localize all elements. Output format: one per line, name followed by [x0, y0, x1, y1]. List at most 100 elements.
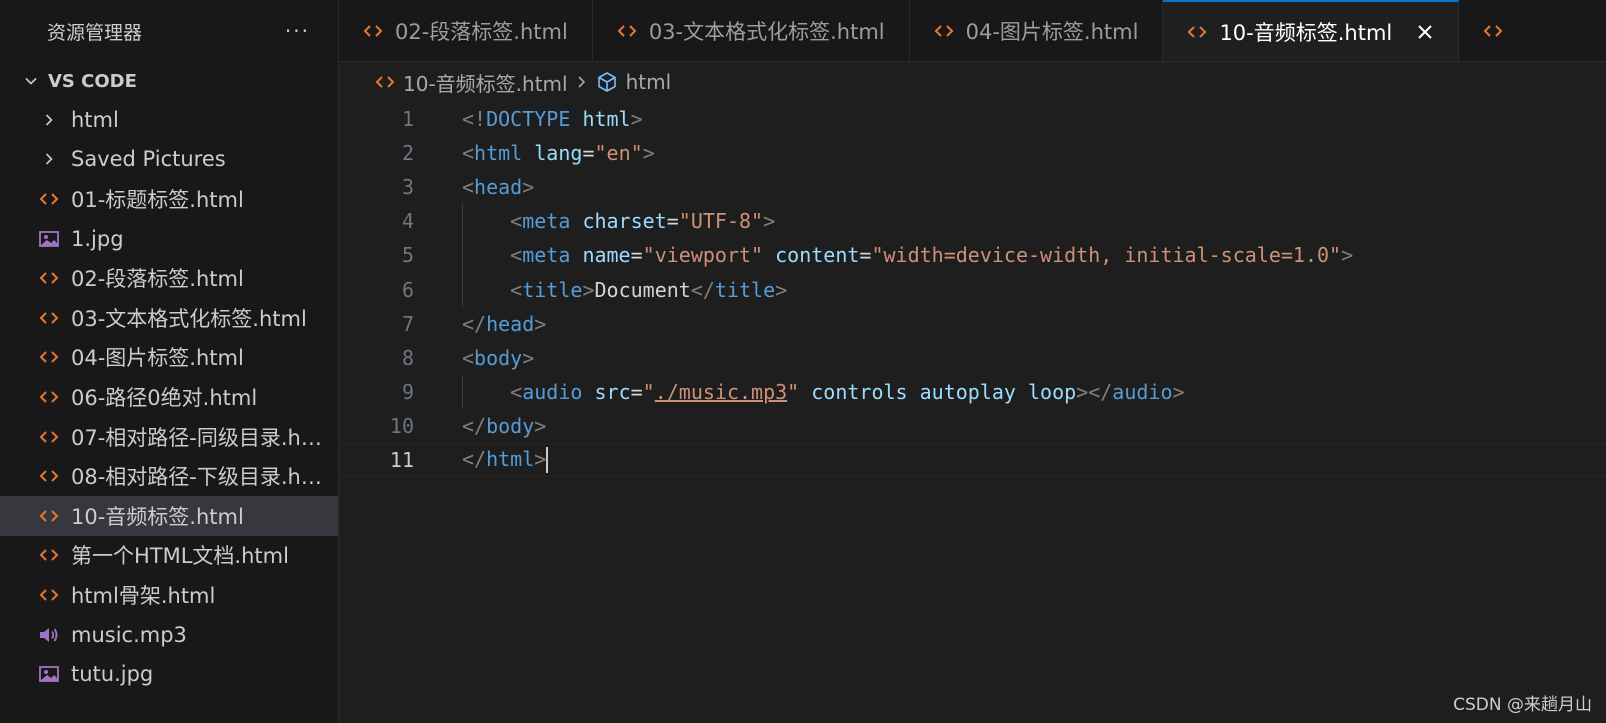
- editor-tab[interactable]: 04-图片标签.html: [910, 0, 1164, 61]
- line-number: 11: [389, 447, 414, 472]
- code-text: <!DOCTYPE html>: [462, 107, 643, 131]
- tab-label: 10-音频标签.html: [1219, 21, 1393, 45]
- code-line[interactable]: 2 <html lang="en">: [339, 136, 1606, 170]
- code-token: body: [486, 413, 535, 438]
- line-number: 2: [401, 141, 414, 166]
- code-token: html: [474, 141, 523, 166]
- image-file-icon: [38, 228, 60, 250]
- code-token: meta: [522, 243, 571, 268]
- workspace-section-header[interactable]: VS CODE: [0, 62, 338, 100]
- code-token: "en": [594, 141, 643, 166]
- file-item-label: 03-文本格式化标签.html: [71, 306, 307, 331]
- code-editor[interactable]: 1 <!DOCTYPE html> 2 <html lang="en"> 3 <head>…: [339, 102, 1606, 723]
- more-actions-icon[interactable]: ···: [285, 19, 310, 43]
- line-number: 9: [401, 379, 414, 404]
- code-token: charset: [582, 209, 667, 234]
- code-token: audio: [522, 379, 583, 404]
- html-file-icon: [38, 386, 60, 408]
- breadcrumb-symbol[interactable]: html: [596, 70, 672, 94]
- file-item-label: tutu.jpg: [71, 662, 154, 687]
- chevron-down-icon: [20, 73, 42, 89]
- code-token: ./music.mp3: [654, 379, 788, 404]
- folder-item[interactable]: html: [0, 100, 338, 140]
- code-token: ": [787, 379, 800, 404]
- file-item[interactable]: 10-音频标签.html: [0, 495, 338, 536]
- line-number: 10: [389, 413, 414, 438]
- explorer-header: 资源管理器 ···: [0, 0, 338, 62]
- code-token: controls: [811, 379, 908, 404]
- text-cursor: [546, 447, 549, 474]
- code-token: </: [690, 277, 715, 302]
- code-token: >: [582, 277, 595, 302]
- html-file-icon: [1483, 23, 1503, 39]
- image-file-icon: [38, 663, 60, 685]
- file-item-label: html: [71, 107, 119, 132]
- vscode-window: 资源管理器 ··· VS CODE html Saved Pictures 01-标…: [0, 0, 1606, 723]
- file-item[interactable]: 01-标题标签.html: [0, 179, 338, 219]
- line-number: 8: [401, 345, 414, 370]
- html-file-icon: [375, 74, 395, 90]
- breadcrumb-file[interactable]: 10-音频标签.html: [375, 68, 568, 97]
- code-line[interactable]: 11 </html>: [339, 442, 1606, 478]
- code-token: <: [510, 209, 523, 234]
- file-item[interactable]: 1.jpg: [0, 219, 338, 259]
- code-token: =: [582, 141, 595, 166]
- editor-tab[interactable]: 03-文本格式化标签.html: [593, 0, 910, 61]
- code-token: >: [534, 413, 547, 438]
- code-line[interactable]: 7 </head>: [339, 307, 1606, 341]
- code-line[interactable]: 9 <audio src="./music.mp3" controls auto…: [339, 374, 1606, 409]
- file-item[interactable]: html骨架.html: [0, 575, 338, 615]
- tab-label: 02-段落标签.html: [395, 20, 568, 44]
- code-token: <: [510, 379, 523, 404]
- editor-tab-overflow[interactable]: [1459, 0, 1515, 61]
- file-item-label: Saved Pictures: [71, 147, 226, 172]
- file-item-label: html骨架.html: [71, 583, 216, 608]
- code-line[interactable]: 3 <head>: [339, 170, 1606, 204]
- code-token: Document: [594, 277, 691, 302]
- explorer-sidebar: 资源管理器 ··· VS CODE html Saved Pictures 01-标…: [0, 0, 339, 723]
- file-item[interactable]: 06-路径0绝对.html: [0, 377, 338, 417]
- code-text: </html>: [462, 447, 549, 474]
- close-icon[interactable]: [1416, 23, 1434, 41]
- tab-label: 04-图片标签.html: [965, 20, 1139, 44]
- file-item[interactable]: 04-图片标签.html: [0, 338, 338, 378]
- editor-tab[interactable]: 10-音频标签.html: [1163, 0, 1460, 61]
- code-line[interactable]: 6 <title>Document</title>: [339, 272, 1606, 307]
- editor-tabs: 02-段落标签.html 03-文本格式化标签.html 04-图片标签.html 1…: [339, 0, 1606, 62]
- breadcrumb: 10-音频标签.html html: [339, 62, 1606, 102]
- html-file-icon: [38, 426, 60, 448]
- code-line[interactable]: 8 <body>: [339, 341, 1606, 375]
- file-item[interactable]: 08-相对路径-下级目录.html: [0, 456, 338, 496]
- file-item[interactable]: tutu.jpg: [0, 654, 338, 694]
- file-item-label: 1.jpg: [71, 226, 124, 251]
- file-item[interactable]: 07-相对路径-同级目录.html: [0, 417, 338, 457]
- code-line[interactable]: 1 <!DOCTYPE html>: [339, 102, 1606, 136]
- file-item[interactable]: 03-文本格式化标签.html: [0, 298, 338, 338]
- file-item[interactable]: 第一个HTML文档.html: [0, 536, 338, 576]
- code-line[interactable]: 4 <meta charset="UTF-8">: [339, 204, 1606, 239]
- code-line[interactable]: 10 </body>: [339, 409, 1606, 443]
- file-item-label: music.mp3: [71, 622, 187, 647]
- editor-tab[interactable]: 02-段落标签.html: [339, 0, 593, 61]
- code-token: name: [582, 243, 631, 268]
- folder-item[interactable]: Saved Pictures: [0, 140, 338, 180]
- explorer-title: 资源管理器: [47, 21, 143, 44]
- file-item[interactable]: music.mp3: [0, 615, 338, 655]
- code-text: <meta name="viewport" content="width=dev…: [462, 243, 1353, 267]
- file-item[interactable]: 02-段落标签.html: [0, 258, 338, 298]
- line-number: 7: [401, 311, 414, 336]
- code-line[interactable]: 5 <meta name="viewport" content="width=d…: [339, 238, 1606, 273]
- code-text: </head>: [462, 312, 546, 336]
- html-file-icon: [38, 544, 60, 566]
- html-file-icon: [934, 23, 954, 39]
- code-token: content: [775, 243, 860, 268]
- code-token: head: [486, 311, 535, 336]
- breadcrumb-symbol-label: html: [625, 70, 672, 94]
- chevron-right-icon: [576, 74, 588, 90]
